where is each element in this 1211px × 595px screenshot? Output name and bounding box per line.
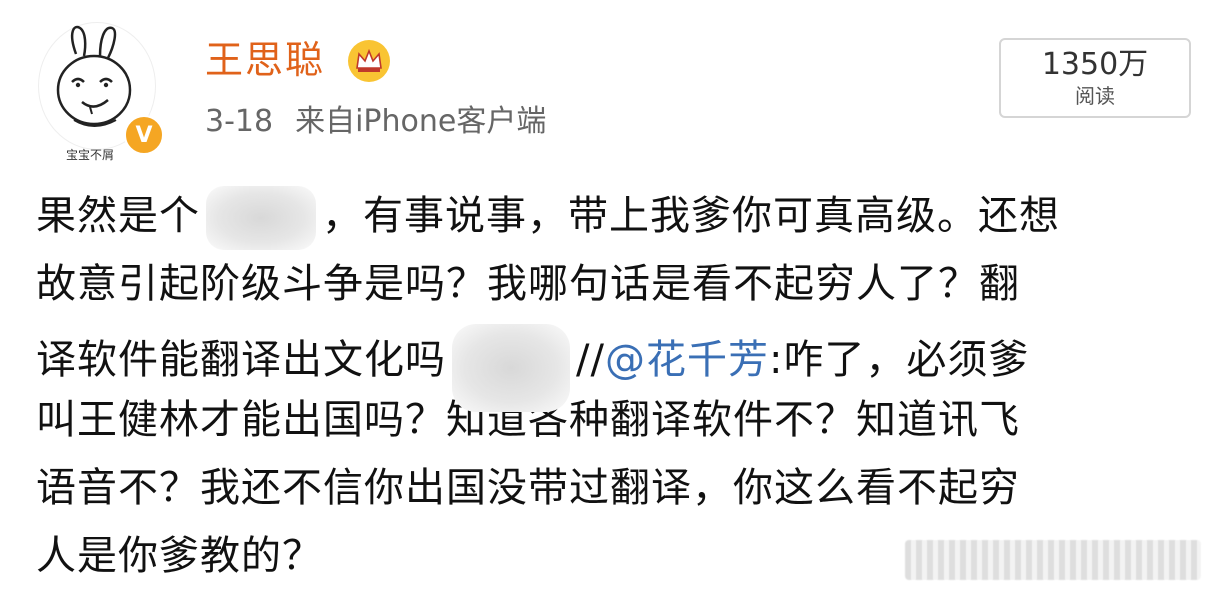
post-text: ，有事说事，带上我爹你可真高级。还想: [322, 193, 1060, 239]
post-line: 故意引起阶级斗争是吗？我哪句话是看不起穷人了？翻: [36, 261, 1020, 307]
post-line: 语音不？我还不信你出国没带过翻译，你这么看不起穷: [36, 465, 1020, 511]
username[interactable]: 王思聪: [205, 34, 325, 86]
verified-v-icon: V: [124, 115, 164, 155]
post-text: 译软件能翻译出文化吗: [36, 337, 446, 383]
crown-icon: [348, 40, 390, 82]
post-line: 果然是个 ，有事说事，带上我爹你可真高级。还想: [36, 182, 1196, 250]
post-line: 叫王健林才能出国吗？知道各种翻译软件不？知道讯飞: [36, 397, 1020, 443]
post-source: 来自iPhone客户端: [295, 104, 547, 139]
post-text: :咋了，必须爹: [768, 337, 1030, 383]
post-line: 译软件能翻译出文化吗 //@花千芳:咋了，必须爹: [36, 318, 1196, 412]
read-count: 1350万: [1041, 47, 1149, 82]
blurred-redaction: [206, 186, 316, 250]
blurred-redaction: [452, 324, 570, 412]
repost-separator: //: [576, 337, 605, 383]
post-meta: 3-18 来自iPhone客户端: [205, 100, 546, 144]
post-date: 3-18: [205, 104, 274, 139]
read-label: 阅读: [1075, 84, 1115, 108]
post-body: 果然是个 ，有事说事，带上我爹你可真高级。还想 故意引起阶级斗争是吗？我哪句话是看…: [36, 182, 1196, 590]
read-count-box: 1350万 阅读: [999, 38, 1191, 118]
blurred-watermark: [905, 540, 1201, 580]
mention-link[interactable]: @花千芳: [605, 337, 769, 383]
avatar-caption: 宝宝不屑: [66, 148, 115, 162]
post-text: 果然是个: [36, 193, 200, 239]
